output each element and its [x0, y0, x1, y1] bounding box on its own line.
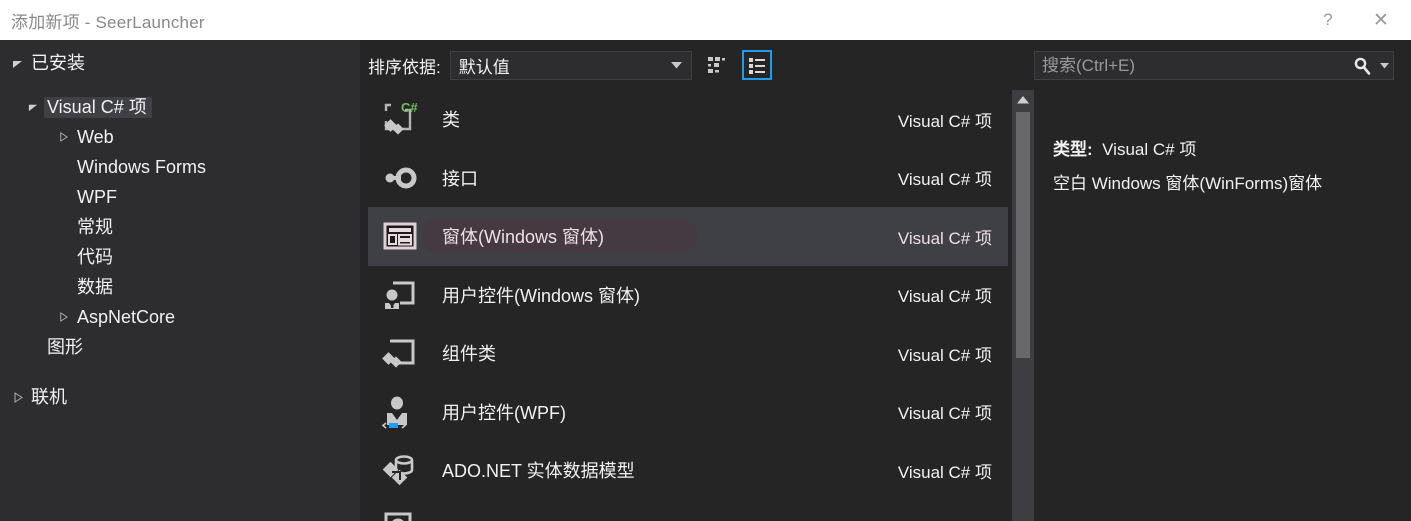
class-icon: C# [378, 97, 422, 141]
tree-node-wpf[interactable]: WPF [0, 182, 360, 212]
sort-by-label: 排序依据: [368, 57, 441, 77]
list-item-name: 用户控件(Windows 窗体) [442, 285, 641, 306]
tree-node-label: 代码 [77, 246, 113, 267]
title-bar: 添加新项 - SeerLauncher ? ✕ [0, 0, 1411, 40]
tree-node-label: 常规 [77, 216, 113, 237]
search-icon[interactable] [1349, 57, 1375, 75]
window-title: 添加新项 - SeerLauncher [11, 12, 205, 32]
tree-node-graphics[interactable]: 图形 [0, 332, 360, 362]
tree-node-aspnetcore[interactable]: AspNetCore [0, 302, 360, 332]
tree-node-label: 已安装 [31, 52, 85, 73]
list-item-kind: Visual C# 项 [897, 345, 992, 365]
sort-by-dropdown[interactable]: 默认值 [449, 50, 692, 80]
details-panel: 类型: Visual C# 项 空白 Windows 窗体(WinForms)窗… [1034, 40, 1411, 521]
search-input[interactable] [1042, 55, 1349, 76]
sort-by-value: 默认值 [458, 57, 510, 77]
tree-node-label: Web [77, 126, 114, 147]
interface-icon [378, 156, 422, 200]
tree-node-label: AspNetCore [77, 306, 176, 327]
list-item[interactable]: 组件类 Visual C# 项 [368, 324, 1008, 383]
list-item-name: 用户控件(WPF) [442, 402, 566, 423]
collapsed-twisty-icon[interactable] [52, 312, 74, 322]
grid-view-button[interactable] [702, 50, 732, 80]
list-item-name: 接口 [442, 168, 478, 189]
tree-node-label: 图形 [47, 336, 83, 357]
search-box[interactable] [1034, 51, 1394, 80]
tree-node-code[interactable]: 代码 [0, 242, 360, 272]
detail-type-label: 类型: [1053, 140, 1093, 159]
template-list[interactable]: C# 类 Visual C# 项 接口 Visual C# 项 窗体(Windo… [368, 90, 1008, 521]
collapsed-twisty-icon[interactable] [52, 132, 74, 142]
list-item-name: ADO.NET 实体数据模型 [442, 461, 635, 482]
ado-net-entity-model-icon [378, 448, 422, 492]
list-item[interactable]: ADO.NET 实体数据模型 Visual C# 项 [368, 441, 1008, 500]
component-class-icon [378, 331, 422, 375]
close-button[interactable]: ✕ [1351, 0, 1411, 40]
list-item-kind: Visual C# 项 [897, 111, 992, 131]
tree-node-windows-forms[interactable]: Windows Forms [0, 152, 360, 182]
list-item-name: 窗体(Windows 窗体) [442, 227, 605, 248]
add-new-item-dialog: 添加新项 - SeerLauncher ? ✕ 已安装 Visual C# 项 [0, 0, 1411, 521]
list-item-kind: Visual C# 项 [897, 462, 992, 482]
dialog-body: 已安装 Visual C# 项 Web Windows Forms WPF 常规… [0, 40, 1411, 521]
expanded-twisty-icon[interactable] [22, 102, 44, 112]
list-item-kind: Visual C# 项 [897, 228, 992, 248]
user-control-winforms-icon [378, 273, 422, 317]
list-toolbar: 排序依据: 默认值 [360, 40, 1026, 90]
list-scrollbar[interactable] [1012, 90, 1034, 521]
list-item-kind: Visual C# 项 [897, 170, 992, 190]
templates-column: 排序依据: 默认值 C# 类 Visual C# 项 接口 Visual C# … [360, 40, 1026, 521]
grid-view-icon [707, 57, 725, 73]
list-item[interactable]: C# 类 Visual C# 项 [368, 90, 1008, 149]
list-item[interactable]: 用户控件(Windows 窗体) Visual C# 项 [368, 266, 1008, 325]
svg-text:C#: C# [401, 100, 418, 115]
tree-node-label: WPF [77, 186, 117, 207]
tree-node-label: Visual C# 项 [44, 96, 152, 118]
list-item-selected[interactable]: 窗体(Windows 窗体) Visual C# 项 [368, 207, 1008, 266]
partial-row-icon [378, 507, 422, 521]
help-button[interactable]: ? [1305, 0, 1351, 40]
detail-type-line: 类型: Visual C# 项 [1053, 135, 1196, 160]
scroll-thumb[interactable] [1016, 112, 1030, 358]
tree-node-general[interactable]: 常规 [0, 212, 360, 242]
scroll-up-arrow-icon[interactable] [1012, 90, 1034, 110]
expanded-twisty-icon[interactable] [6, 58, 28, 69]
collapsed-twisty-icon[interactable] [6, 391, 28, 403]
window-controls: ? ✕ [1305, 0, 1411, 40]
category-tree-panel: 已安装 Visual C# 项 Web Windows Forms WPF 常规… [0, 40, 360, 521]
list-view-button[interactable] [741, 50, 772, 80]
tree-node-label: 数据 [77, 276, 113, 297]
chevron-down-icon[interactable] [1375, 62, 1393, 69]
chevron-down-icon [670, 56, 682, 74]
tree-node-data[interactable]: 数据 [0, 272, 360, 302]
tree-node-web[interactable]: Web [0, 122, 360, 152]
list-view-icon [748, 58, 765, 74]
tree-node-visual-csharp-items[interactable]: Visual C# 项 [0, 92, 360, 122]
tree-node-label: Windows Forms [77, 156, 207, 177]
detail-type-value: Visual C# 项 [1102, 140, 1197, 159]
detail-description: 空白 Windows 窗体(WinForms)窗体 [1053, 174, 1323, 193]
list-item-kind: Visual C# 项 [897, 404, 992, 424]
windows-form-icon [378, 214, 422, 258]
user-control-wpf-icon [378, 390, 422, 434]
list-item-name: 类 [442, 110, 460, 131]
list-item-name: 组件类 [442, 344, 496, 365]
tree-node-online[interactable]: 联机 [0, 382, 360, 412]
tree-node-label: 联机 [31, 386, 67, 407]
tree-node-installed[interactable]: 已安装 [0, 48, 360, 78]
list-item[interactable]: 接口 Visual C# 项 [368, 149, 1008, 208]
list-item-kind: Visual C# 项 [897, 287, 992, 307]
list-item[interactable]: 用户控件(WPF) Visual C# 项 [368, 383, 1008, 442]
list-item-partial[interactable] [368, 500, 1008, 521]
